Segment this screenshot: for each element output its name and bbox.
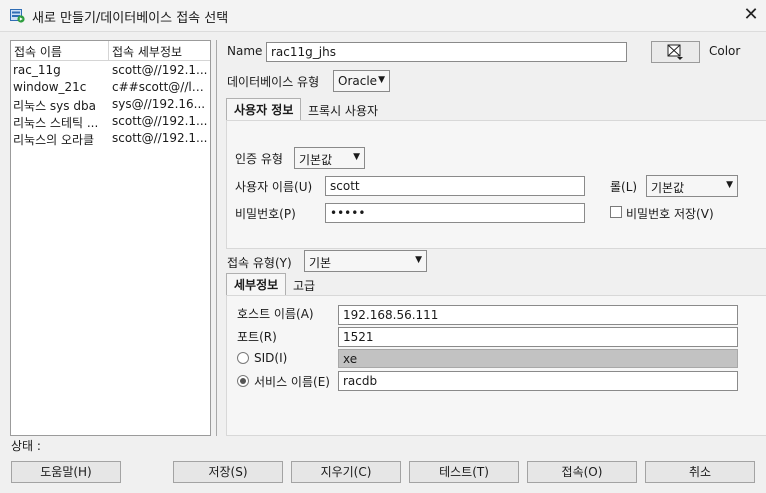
save-password-label[interactable]: 비밀번호 저장(V): [626, 205, 714, 222]
connection-detail: c##scott@//lo...: [112, 80, 208, 94]
tab-proxy-user[interactable]: 프록시 사용자: [308, 102, 378, 119]
column-divider[interactable]: [108, 41, 109, 61]
connect-button[interactable]: 접속(O): [527, 461, 637, 483]
split-pane-divider[interactable]: [216, 40, 217, 436]
service-name-input[interactable]: racdb: [338, 371, 738, 391]
auth-type-value: 기본값: [299, 153, 333, 167]
color-label: Color: [709, 44, 741, 58]
chevron-down-icon: ▼: [415, 255, 422, 265]
conn-type-value: 기본: [309, 256, 332, 270]
port-label: 포트(R): [237, 330, 277, 344]
tab-user-info[interactable]: 사용자 정보: [226, 98, 302, 120]
role-label: 롤(L): [610, 180, 638, 194]
username-input[interactable]: scott: [325, 176, 585, 196]
db-type-select[interactable]: Oracle ▼: [333, 70, 390, 92]
tab-advanced[interactable]: 고급: [293, 277, 315, 294]
tab-details[interactable]: 세부정보: [226, 273, 287, 295]
chevron-down-icon: ▼: [726, 180, 733, 190]
auth-type-label: 인증 유형: [235, 152, 283, 166]
color-swatch-icon: [667, 44, 683, 60]
service-name-label[interactable]: 서비스 이름(E): [254, 373, 330, 390]
connection-name: 리눅스의 오라클: [13, 133, 95, 147]
connection-name: rac_11g: [13, 63, 61, 77]
username-label: 사용자 이름(U): [235, 180, 313, 194]
connection-detail: scott@//192.1...: [112, 63, 208, 77]
host-label: 호스트 이름(A): [237, 307, 314, 321]
database-connect-icon: [10, 8, 25, 23]
test-button[interactable]: 테스트(T): [409, 461, 519, 483]
conn-type-label: 접속 유형(Y): [227, 256, 292, 270]
connection-row[interactable]: 리눅스의 오라클 scott@//192.1...: [11, 130, 210, 147]
column-header-detail[interactable]: 접속 세부정보: [112, 43, 182, 60]
status-label: 상태 :: [11, 439, 41, 453]
connection-row[interactable]: 리눅스 sys dba sys@//192.16...: [11, 96, 210, 113]
service-name-radio[interactable]: [237, 375, 249, 387]
clear-button[interactable]: 지우기(C): [291, 461, 401, 483]
sid-label[interactable]: SID(I): [254, 351, 287, 365]
connection-detail: scott@//192.1...: [112, 131, 208, 145]
column-header-name[interactable]: 접속 이름: [14, 43, 62, 60]
conn-type-select[interactable]: 기본 ▼: [304, 250, 427, 272]
sid-input: xe: [338, 349, 738, 368]
help-button[interactable]: 도움말(H): [11, 461, 121, 483]
cancel-button[interactable]: 취소: [645, 461, 755, 483]
connection-detail: sys@//192.16...: [112, 97, 206, 111]
sid-radio[interactable]: [237, 352, 249, 364]
connection-list[interactable]: 접속 이름 접속 세부정보 rac_11g scott@//192.1... w…: [10, 40, 211, 436]
role-select[interactable]: 기본값 ▼: [646, 175, 738, 197]
connection-detail: scott@//192.1...: [112, 114, 208, 128]
name-label: Name: [227, 44, 263, 58]
connection-name: 리눅스 스테틱 ...: [13, 116, 99, 130]
save-password-checkbox[interactable]: [610, 206, 622, 218]
connection-row[interactable]: rac_11g scott@//192.1...: [11, 62, 210, 79]
password-label: 비밀번호(P): [235, 207, 296, 221]
port-input[interactable]: 1521: [338, 327, 738, 347]
connection-list-header: 접속 이름 접속 세부정보: [11, 41, 210, 61]
connection-row[interactable]: 리눅스 스테틱 ... scott@//192.1...: [11, 113, 210, 130]
close-icon[interactable]: ✕: [742, 4, 760, 26]
window-title: 새로 만들기/데이터베이스 접속 선택: [32, 11, 229, 26]
db-type-value: Oracle: [338, 74, 378, 88]
db-type-label: 데이터베이스 유형: [227, 75, 320, 89]
host-input[interactable]: 192.168.56.111: [338, 305, 738, 325]
connection-row[interactable]: window_21c c##scott@//lo...: [11, 79, 210, 96]
connection-name: 리눅스 sys dba: [13, 99, 96, 113]
color-picker-button[interactable]: [651, 41, 700, 63]
role-value: 기본값: [651, 181, 685, 195]
chevron-down-icon: ▼: [378, 75, 385, 85]
save-button[interactable]: 저장(S): [173, 461, 283, 483]
password-input[interactable]: •••••: [325, 203, 585, 223]
chevron-down-icon: ▼: [353, 152, 360, 162]
connection-name: window_21c: [13, 80, 87, 94]
auth-type-select[interactable]: 기본값 ▼: [294, 147, 365, 169]
name-input[interactable]: rac11g_jhs: [266, 42, 627, 62]
